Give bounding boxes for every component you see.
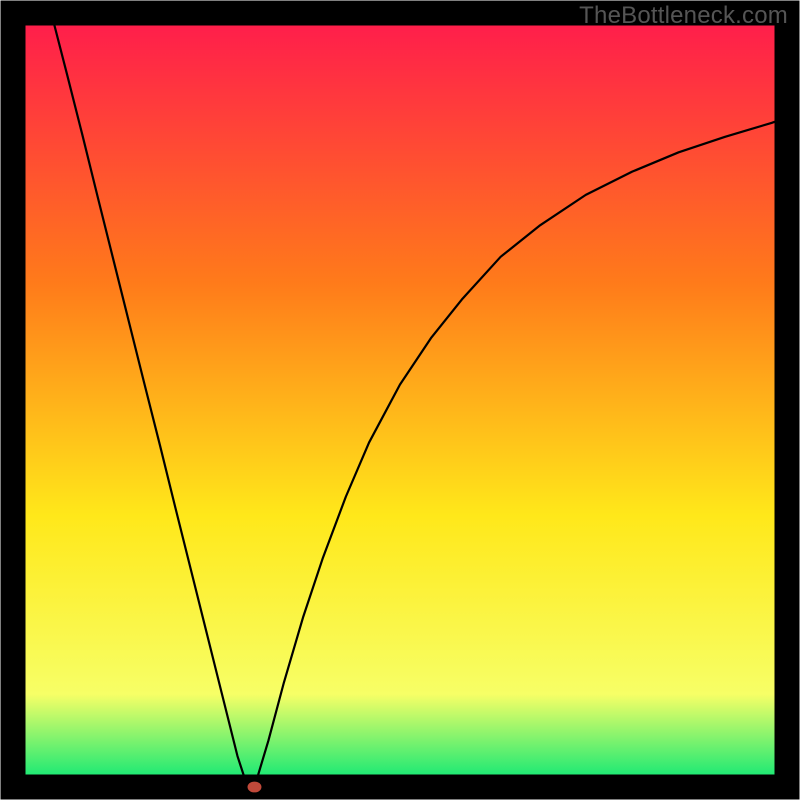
chart-container: TheBottleneck.com	[0, 0, 800, 800]
gradient-plot-area	[13, 13, 787, 787]
trough-marker	[248, 782, 262, 793]
bottleneck-curve-chart	[0, 0, 800, 800]
